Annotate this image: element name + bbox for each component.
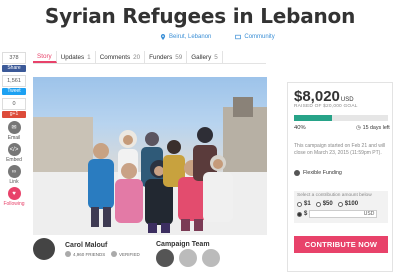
percent-funded: 40% [294, 125, 306, 131]
tab-comments[interactable]: Comments 20 [96, 51, 146, 63]
location-link[interactable]: Beirut, Lebanon [160, 34, 211, 40]
following-label: Following [3, 201, 25, 207]
amount-option-1[interactable]: $1 [297, 201, 311, 207]
creator-avatar[interactable] [33, 238, 55, 260]
tag-icon [235, 34, 242, 40]
social-sidebar: 378 Share 1,561 Tweet 0 g+1 ✉ Email </> … [2, 52, 26, 209]
campaign-photo[interactable] [33, 77, 267, 235]
creator-section: Carol Malouf 4,960 FRIENDS VERIFIED Camp… [33, 238, 267, 272]
email-icon[interactable]: ✉ [7, 121, 21, 134]
radio-icon [315, 201, 321, 207]
like-count: 1,561 [2, 75, 26, 87]
team-member-avatar[interactable] [156, 249, 174, 267]
contribute-now-button[interactable]: CONTRIBUTE NOW [294, 236, 388, 253]
heart-icon[interactable]: ♥ [7, 187, 21, 200]
email-label: Email [7, 135, 21, 141]
campaign-team-title: Campaign Team [156, 241, 210, 248]
location-text: Beirut, Lebanon [169, 34, 212, 40]
custom-amount-row: $ USD [297, 210, 385, 218]
team-member-avatar[interactable] [179, 249, 197, 267]
campaign-meta: Beirut, Lebanon Community [160, 34, 275, 40]
campaign-dates: This campaign started on Feb 21 and will… [294, 143, 386, 156]
facebook-icon [65, 251, 71, 257]
link-icon[interactable]: ∞ [7, 165, 21, 178]
friends-badge: 4,960 FRIENDS [65, 251, 105, 257]
goal-text: RAISED OF $20,000 GOAL [294, 104, 358, 109]
verified-badge: VERIFIED [111, 251, 140, 257]
flexible-funding: Flexible Funding [294, 170, 342, 176]
contribution-selector: Select a contribution amount below $1 $5… [294, 191, 388, 223]
children-photo-illustration [33, 97, 267, 235]
clock-icon: ◷ [356, 125, 361, 131]
embed-label: Embed [6, 157, 22, 163]
tab-funders[interactable]: Funders 59 [145, 51, 188, 63]
tab-story[interactable]: Story [33, 51, 57, 63]
radio-icon[interactable] [297, 211, 302, 217]
select-label: Select a contribution amount below [297, 193, 372, 198]
custom-amount-input[interactable]: USD [309, 210, 378, 218]
check-icon [111, 251, 117, 257]
category-link[interactable]: Community [235, 34, 275, 40]
funding-panel: $8,020USD RAISED OF $20,000 GOAL 40% ◷ 15… [287, 82, 393, 272]
gplus-button[interactable]: g+1 [2, 111, 26, 118]
category-text: Community [244, 34, 275, 40]
amount-option-100[interactable]: $100 [337, 201, 358, 207]
info-icon [294, 170, 300, 176]
tab-gallery[interactable]: Gallery 5 [187, 51, 223, 63]
tab-updates[interactable]: Updates 1 [57, 51, 96, 63]
progress-fill [294, 115, 332, 121]
gplus-count: 0 [2, 98, 26, 110]
funding-progress-bar [294, 115, 388, 121]
amount-option-50[interactable]: $50 [315, 201, 333, 207]
days-left: ◷ 15 days left [356, 125, 390, 131]
page-title: Syrian Refugees in Lebanon [44, 4, 356, 28]
radio-icon [297, 201, 302, 207]
embed-icon[interactable]: </> [7, 143, 21, 156]
share-count: 378 [2, 52, 26, 64]
link-label: Link [9, 179, 19, 185]
team-member-avatar[interactable] [202, 249, 220, 267]
creator-name[interactable]: Carol Malouf [65, 242, 107, 249]
radio-icon [337, 201, 343, 207]
tweet-button[interactable]: Tweet [2, 88, 26, 95]
amount-raised: $8,020USD [294, 88, 354, 105]
map-pin-icon [160, 34, 166, 40]
campaign-tabs: Story Updates 1 Comments 20 Funders 59 Gall… [33, 51, 266, 64]
facebook-share-button[interactable]: Share [2, 65, 26, 72]
